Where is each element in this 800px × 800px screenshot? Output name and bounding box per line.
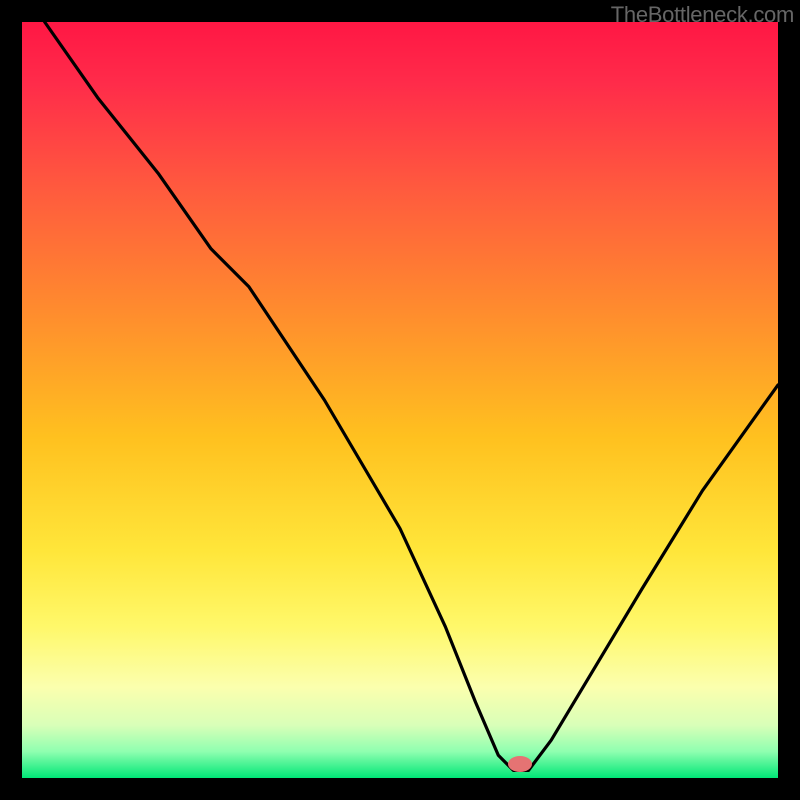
plot-area — [22, 22, 778, 778]
bottleneck-chart — [0, 0, 800, 800]
optimal-marker — [508, 756, 532, 772]
watermark: TheBottleneck.com — [611, 2, 794, 28]
chart-stage: TheBottleneck.com — [0, 0, 800, 800]
